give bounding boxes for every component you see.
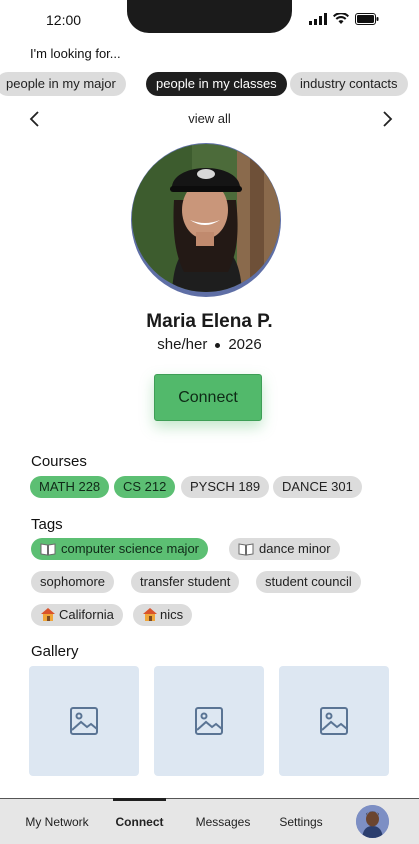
tab-messages[interactable]: Messages (186, 799, 260, 844)
profile-photo-illustration (132, 144, 280, 292)
status-icons (309, 13, 379, 25)
tab-settings[interactable]: Settings (270, 799, 332, 844)
chip-people-in-my-major[interactable]: people in my major (0, 72, 126, 96)
chevron-right-icon[interactable] (378, 110, 396, 128)
connect-button[interactable]: Connect (154, 374, 262, 421)
wifi-icon (333, 13, 349, 24)
tag-label: dance minor (259, 541, 331, 556)
course-chip[interactable]: PYSCH 189 (181, 476, 270, 498)
device-notch (127, 0, 292, 33)
profile-avatar[interactable] (132, 144, 280, 292)
courses-title: Courses (31, 453, 87, 470)
gallery-tile[interactable] (279, 666, 389, 776)
separator-dot (215, 342, 221, 348)
filter-chips: people in my major people in my classes … (0, 72, 419, 96)
profile-year: 2026 (228, 336, 262, 353)
profile-name: Maria Elena P. (146, 311, 273, 332)
gallery-title: Gallery (31, 643, 79, 660)
tag-label: nics (160, 607, 184, 622)
bottom-tab-bar: My Network Connect Messages Settings (0, 798, 419, 844)
profile-meta: she/her 2026 (0, 336, 419, 353)
tab-my-network[interactable]: My Network (14, 799, 100, 844)
tag-chip[interactable]: transfer student (131, 571, 240, 593)
user-avatar-illustration (356, 805, 389, 838)
house-icon (40, 607, 56, 629)
looking-for-label: I'm looking for... (30, 46, 121, 61)
tag-chip[interactable]: nics (133, 604, 193, 629)
view-all-link[interactable]: view all (0, 111, 419, 126)
image-placeholder-icon (320, 707, 348, 735)
gallery-tile[interactable] (29, 666, 139, 776)
tab-connect[interactable]: Connect (103, 799, 176, 844)
battery-icon (355, 13, 379, 25)
course-chip[interactable]: MATH 228 (30, 476, 110, 498)
tag-chip[interactable]: student council (256, 571, 361, 593)
tag-chip[interactable]: California (31, 604, 123, 626)
chip-industry-contacts[interactable]: industry contacts (290, 72, 408, 96)
status-bar: 12:00 (0, 0, 419, 40)
image-placeholder-icon (195, 707, 223, 735)
tag-label: California (59, 607, 114, 622)
book-icon (238, 541, 254, 563)
profile-pronouns: she/her (157, 336, 208, 353)
tag-chip[interactable]: dance minor (229, 538, 340, 560)
status-time: 12:00 (46, 12, 82, 28)
tag-chip[interactable]: sophomore (31, 571, 115, 593)
signal-icon (309, 13, 327, 25)
chip-people-in-my-classes[interactable]: people in my classes (146, 72, 287, 96)
carousel-nav: view all (0, 108, 419, 130)
book-icon (40, 541, 56, 563)
image-placeholder-icon (70, 707, 98, 735)
course-chip[interactable]: CS 212 (114, 476, 176, 498)
course-chip[interactable]: DANCE 301 (273, 476, 362, 498)
tag-label: computer science major (61, 541, 199, 556)
gallery-tile[interactable] (154, 666, 264, 776)
tag-chip[interactable]: computer science major (31, 538, 208, 560)
tags-title: Tags (31, 516, 63, 533)
user-avatar[interactable] (356, 805, 389, 838)
house-icon (142, 607, 158, 629)
